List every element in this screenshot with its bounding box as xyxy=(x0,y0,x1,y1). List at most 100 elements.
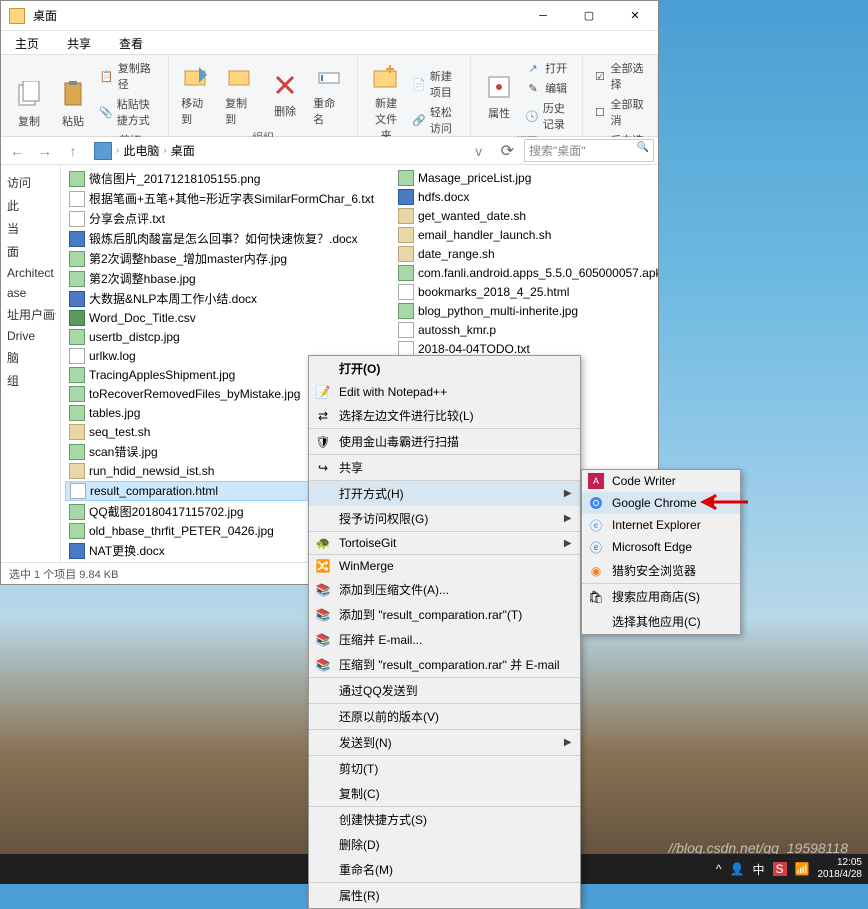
move-to-button[interactable]: 移动到 xyxy=(177,59,217,129)
sidebar-item[interactable]: 此 xyxy=(5,194,56,217)
cm-properties[interactable]: 属性(R) xyxy=(309,883,580,908)
tray-up-icon[interactable]: ^ xyxy=(716,862,722,876)
sub-store[interactable]: 🛍搜索应用商店(S) xyxy=(582,584,740,609)
cm-qq-send[interactable]: 通过QQ发送到 xyxy=(309,678,580,704)
edit-button[interactable]: ✎编辑 xyxy=(523,79,574,97)
new-item-button[interactable]: 📄新建项目 xyxy=(410,67,462,101)
nav-up-button[interactable]: ↑ xyxy=(61,139,85,163)
nav-fwd-button[interactable]: → xyxy=(33,139,57,163)
file-item[interactable]: 大数据&NLP本周工作小结.docx xyxy=(65,289,394,308)
file-item[interactable]: blog_python_multi-inherite.jpg xyxy=(394,302,654,320)
select-all-button[interactable]: ☑全部选择 xyxy=(591,59,649,93)
refresh-button[interactable]: ⟳ xyxy=(495,141,520,161)
file-item[interactable]: date_range.sh xyxy=(394,245,654,263)
close-button[interactable]: ✕ xyxy=(612,1,658,31)
file-item[interactable]: bookmarks_2018_4_25.html xyxy=(394,283,654,301)
rar-icon: 📚 xyxy=(315,632,331,648)
tray-s-icon[interactable]: S xyxy=(773,862,787,876)
cm-compress-rar-email[interactable]: 📚压缩到 "result_comparation.rar" 并 E-mail xyxy=(309,652,580,678)
file-item[interactable]: 微信图片_20171218105155.png xyxy=(65,169,394,188)
cm-open[interactable]: 打开(O) xyxy=(309,356,580,381)
file-item[interactable]: Word_Doc_Title.csv xyxy=(65,309,394,327)
file-item[interactable]: com.fanli.android.apps_5.5.0_605000057.a… xyxy=(394,264,654,282)
new-folder-button[interactable]: 新建 文件夹 xyxy=(366,59,406,145)
nav-back-button[interactable]: ← xyxy=(5,139,29,163)
tab-home[interactable]: 主页 xyxy=(1,31,53,54)
paste-shortcut-button[interactable]: 📎粘贴快捷方式 xyxy=(97,95,160,129)
cm-delete[interactable]: 删除(D) xyxy=(309,832,580,857)
cm-share[interactable]: ↪共享 xyxy=(309,455,580,481)
bc-pc[interactable]: 此电脑 xyxy=(123,142,159,159)
cm-add-rar[interactable]: 📚添加到 "result_comparation.rar"(T) xyxy=(309,602,580,627)
file-item[interactable]: 根据笔画+五笔+其他=形近字表SimilarFormChar_6.txt xyxy=(65,189,394,208)
tray-wifi-icon[interactable]: 📶 xyxy=(795,862,810,876)
sidebar-item[interactable]: Drive xyxy=(5,326,56,346)
cm-winmerge[interactable]: 🔀WinMerge xyxy=(309,555,580,577)
history-button[interactable]: 🕓历史记录 xyxy=(523,99,574,133)
cm-open-with[interactable]: 打开方式(H)▶ xyxy=(309,481,580,506)
copy-button[interactable]: 复制 xyxy=(9,77,49,131)
file-item[interactable]: 第2次调整hbase.jpg xyxy=(65,269,394,288)
tray-ime[interactable]: 中 xyxy=(753,861,765,878)
sidebar-item[interactable]: 当 xyxy=(5,217,56,240)
cm-add-archive[interactable]: 📚添加到压缩文件(A)... xyxy=(309,577,580,602)
breadcrumb[interactable]: › 此电脑 › 桌面 xyxy=(89,139,463,163)
file-name: NAT更换.docx xyxy=(89,542,165,559)
delete-button[interactable]: 删除 xyxy=(265,67,305,121)
properties-button[interactable]: 属性 xyxy=(479,69,519,123)
minimize-button[interactable]: ─ xyxy=(520,1,566,31)
select-none-button[interactable]: ☐全部取消 xyxy=(591,95,649,129)
rename-button[interactable]: 重命名 xyxy=(309,59,349,129)
sub-ie[interactable]: ⓔInternet Explorer xyxy=(582,514,740,536)
file-name: QQ截图20180417115702.jpg xyxy=(89,503,244,520)
search-input[interactable]: 搜索"桌面" xyxy=(524,139,654,162)
file-item[interactable]: Masage_priceList.jpg xyxy=(394,169,654,187)
tab-view[interactable]: 查看 xyxy=(105,31,157,54)
open-button[interactable]: ↗打开 xyxy=(523,59,574,77)
copy-path-button[interactable]: 📋复制路径 xyxy=(97,59,160,93)
tray-clock[interactable]: 12:05 2018/4/28 xyxy=(818,857,863,881)
maximize-button[interactable]: ▢ xyxy=(566,1,612,31)
cm-send-to[interactable]: 发送到(N)▶ xyxy=(309,730,580,756)
paste-button[interactable]: 粘贴 xyxy=(53,77,93,131)
file-item[interactable]: 第2次调整hbase_增加master内存.jpg xyxy=(65,249,394,268)
sidebar-item[interactable]: 址用户画像标签1 xyxy=(5,303,56,326)
sidebar-item[interactable]: ase xyxy=(5,283,56,303)
file-item[interactable]: hdfs.docx xyxy=(394,188,654,206)
cm-tortoise[interactable]: 🐢TortoiseGit▶ xyxy=(309,532,580,555)
ribbon-clipboard: 复制 粘贴 📋复制路径 📎粘贴快捷方式 ✂剪切 剪贴板 xyxy=(1,55,169,136)
copy-to-button[interactable]: 复制到 xyxy=(221,59,261,129)
cm-compare[interactable]: ⇄选择左边文件进行比较(L) xyxy=(309,403,580,429)
bc-dropdown[interactable]: v xyxy=(467,139,491,163)
file-name: 大数据&NLP本周工作小结.docx xyxy=(89,290,257,307)
sidebar-item[interactable]: 脑 xyxy=(5,346,56,369)
img-file-icon xyxy=(69,251,85,267)
cm-copy[interactable]: 复制(C) xyxy=(309,781,580,807)
file-item[interactable]: get_wanted_date.sh xyxy=(394,207,654,225)
sidebar-item[interactable]: 面 xyxy=(5,240,56,263)
cm-rename[interactable]: 重命名(M) xyxy=(309,857,580,883)
file-item[interactable]: 锻炼后肌肉酸富是怎么回事？如何快速恢复？.docx xyxy=(65,229,394,248)
cm-jinshan[interactable]: 🛡使用金山毒霸进行扫描 xyxy=(309,429,580,455)
easy-access-button[interactable]: 🔗轻松访问 xyxy=(410,103,462,137)
cm-grant-access[interactable]: 授予访问权限(G)▶ xyxy=(309,506,580,532)
sub-edge[interactable]: ⓔMicrosoft Edge xyxy=(582,536,740,558)
file-item[interactable]: usertb_distcp.jpg xyxy=(65,328,394,346)
tab-share[interactable]: 共享 xyxy=(53,31,105,54)
tray-people-icon[interactable]: 👤 xyxy=(730,862,745,876)
cm-shortcut[interactable]: 创建快捷方式(S) xyxy=(309,807,580,832)
sub-code-writer[interactable]: ACode Writer xyxy=(582,470,740,492)
file-item[interactable]: autossh_kmr.p xyxy=(394,321,654,339)
sidebar-item[interactable]: 访问 xyxy=(5,171,56,194)
cm-cut[interactable]: 剪切(T) xyxy=(309,756,580,781)
sidebar-item[interactable]: Architect xyxy=(5,263,56,283)
file-item[interactable]: email_handler_launch.sh xyxy=(394,226,654,244)
sub-liebao[interactable]: ◉猎豹安全浏览器 xyxy=(582,558,740,584)
cm-edit-npp[interactable]: 📝Edit with Notepad++ xyxy=(309,381,580,403)
sidebar-item[interactable]: 组 xyxy=(5,369,56,392)
cm-prev-version[interactable]: 还原以前的版本(V) xyxy=(309,704,580,730)
bc-desktop[interactable]: 桌面 xyxy=(171,142,195,159)
file-item[interactable]: 分享会点评.txt xyxy=(65,209,394,228)
sub-other[interactable]: 选择其他应用(C) xyxy=(582,609,740,634)
cm-compress-email[interactable]: 📚压缩并 E-mail... xyxy=(309,627,580,652)
